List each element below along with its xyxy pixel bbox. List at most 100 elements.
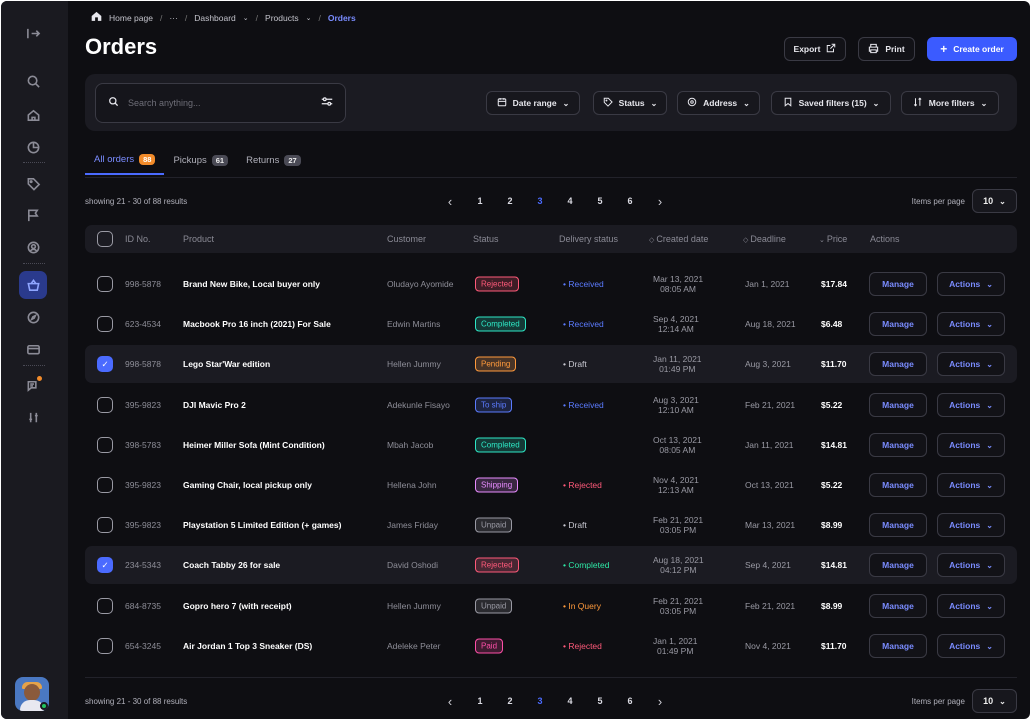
filter-adjust-icon[interactable] — [321, 96, 333, 110]
column-header-customer[interactable]: Customer — [387, 234, 426, 244]
breadcrumb-products[interactable]: Products — [265, 13, 299, 23]
filter-more-filters[interactable]: More filters ⌄ — [901, 91, 999, 115]
column-header-id[interactable]: ID No. — [125, 234, 151, 244]
page-button[interactable]: 4 — [555, 196, 585, 206]
page-button[interactable]: 2 — [495, 696, 525, 706]
page-button[interactable]: 5 — [585, 196, 615, 206]
search-icon[interactable] — [21, 69, 45, 93]
avatar[interactable] — [15, 677, 49, 711]
row-checkbox[interactable] — [97, 437, 113, 453]
column-header-product[interactable]: Product — [183, 234, 214, 244]
table-row[interactable]: 395-9823 Gaming Chair, local pickup only H… — [85, 466, 1017, 504]
row-checkbox[interactable] — [97, 397, 113, 413]
column-header-status[interactable]: Status — [473, 234, 499, 244]
prev-page-icon[interactable]: ‹ — [435, 194, 465, 209]
manage-button[interactable]: Manage — [869, 312, 927, 336]
export-button[interactable]: Export — [784, 37, 846, 61]
manage-button[interactable]: Manage — [869, 393, 927, 417]
actions-dropdown-button[interactable]: Actions ⌄ — [937, 433, 1005, 457]
page-button-current[interactable]: 3 — [525, 196, 555, 206]
table-row[interactable]: 654-3245 Air Jordan 1 Top 3 Sneaker (DS) A… — [85, 627, 1017, 665]
product-name[interactable]: DJI Mavic Pro 2 — [183, 400, 246, 410]
manage-button[interactable]: Manage — [869, 553, 927, 577]
product-name[interactable]: Gaming Chair, local pickup only — [183, 480, 312, 490]
row-checkbox[interactable] — [97, 517, 113, 533]
table-row[interactable]: 395-9823 Playstation 5 Limited Edition (+… — [85, 506, 1017, 544]
tab-returns[interactable]: Returns 27 — [237, 151, 310, 175]
table-row[interactable]: 684-8735 Gopro hero 7 (with receipt) Helle… — [85, 587, 1017, 625]
table-row[interactable]: 623-4534 Macbook Pro 16 inch (2021) For S… — [85, 305, 1017, 343]
chevron-down-icon[interactable]: ⌄ — [243, 14, 249, 22]
compass-icon[interactable] — [21, 305, 45, 329]
breadcrumb-ellipsis[interactable]: ··· — [169, 13, 178, 23]
manage-button[interactable]: Manage — [869, 352, 927, 376]
settings-sliders-icon[interactable] — [21, 405, 45, 429]
create-order-button[interactable]: + Create order — [927, 37, 1017, 61]
manage-button[interactable]: Manage — [869, 634, 927, 658]
row-checkbox[interactable] — [97, 477, 113, 493]
select-all-checkbox[interactable] — [97, 231, 113, 247]
actions-dropdown-button[interactable]: Actions ⌄ — [937, 594, 1005, 618]
home-icon[interactable] — [91, 11, 102, 24]
manage-button[interactable]: Manage — [869, 272, 927, 296]
product-name[interactable]: Playstation 5 Limited Edition (+ games) — [183, 520, 341, 530]
tag-icon[interactable] — [21, 171, 45, 195]
filter-status[interactable]: Status ⌄ — [593, 91, 667, 115]
actions-dropdown-button[interactable]: Actions ⌄ — [937, 513, 1005, 537]
actions-dropdown-button[interactable]: Actions ⌄ — [937, 393, 1005, 417]
row-checkbox[interactable] — [97, 276, 113, 292]
manage-button[interactable]: Manage — [869, 513, 927, 537]
next-page-icon[interactable]: › — [645, 694, 675, 709]
product-name[interactable]: Coach Tabby 26 for sale — [183, 560, 280, 570]
column-header-price[interactable]: ⌄ Price — [819, 234, 847, 244]
manage-button[interactable]: Manage — [869, 433, 927, 457]
user-circle-icon[interactable] — [21, 235, 45, 259]
prev-page-icon[interactable]: ‹ — [435, 694, 465, 709]
column-header-created-date[interactable]: ◇ Created date — [649, 234, 708, 244]
product-name[interactable]: Macbook Pro 16 inch (2021) For Sale — [183, 319, 331, 329]
actions-dropdown-button[interactable]: Actions ⌄ — [937, 272, 1005, 296]
manage-button[interactable]: Manage — [869, 594, 927, 618]
column-header-delivery-status[interactable]: Delivery status — [559, 234, 618, 244]
row-checkbox[interactable] — [97, 598, 113, 614]
table-row[interactable]: 998-5878 Brand New Bike, Local buyer only… — [85, 265, 1017, 303]
actions-dropdown-button[interactable]: Actions ⌄ — [937, 473, 1005, 497]
row-checkbox[interactable]: ✓ — [97, 557, 113, 573]
tab-all-orders[interactable]: All orders 88 — [85, 151, 165, 175]
product-name[interactable]: Heimer Miller Sofa (Mint Condition) — [183, 440, 325, 450]
search-input[interactable] — [128, 98, 312, 108]
row-checkbox[interactable] — [97, 638, 113, 654]
analytics-icon[interactable] — [21, 135, 45, 159]
expand-sidebar-icon[interactable] — [21, 21, 45, 45]
orders-basket-icon[interactable] — [19, 271, 47, 299]
page-button[interactable]: 6 — [615, 696, 645, 706]
breadcrumb-dashboard[interactable]: Dashboard — [194, 13, 236, 23]
items-per-page-select[interactable]: 10 ⌄ — [972, 189, 1017, 213]
actions-dropdown-button[interactable]: Actions ⌄ — [937, 553, 1005, 577]
row-checkbox[interactable] — [97, 316, 113, 332]
column-header-deadline[interactable]: ◇ Deadline — [743, 234, 786, 244]
filter-date-range[interactable]: Date range ⌄ — [486, 91, 580, 115]
table-row[interactable]: ✓ 998-5878 Lego Star'War edition Hellen Jum… — [85, 345, 1017, 383]
next-page-icon[interactable]: › — [645, 194, 675, 209]
actions-dropdown-button[interactable]: Actions ⌄ — [937, 312, 1005, 336]
product-name[interactable]: Lego Star'War edition — [183, 359, 270, 369]
actions-dropdown-button[interactable]: Actions ⌄ — [937, 352, 1005, 376]
page-button-current[interactable]: 3 — [525, 696, 555, 706]
product-name[interactable]: Gopro hero 7 (with receipt) — [183, 601, 292, 611]
product-name[interactable]: Brand New Bike, Local buyer only — [183, 279, 320, 289]
tab-pickups[interactable]: Pickups 61 — [164, 151, 237, 175]
product-name[interactable]: Air Jordan 1 Top 3 Sneaker (DS) — [183, 641, 312, 651]
search-box[interactable] — [95, 83, 346, 123]
chevron-down-icon[interactable]: ⌄ — [306, 14, 312, 22]
table-row[interactable]: 398-5783 Heimer Miller Sofa (Mint Conditi… — [85, 426, 1017, 464]
table-row[interactable]: ✓ 234-5343 Coach Tabby 26 for sale David Os… — [85, 546, 1017, 584]
manage-button[interactable]: Manage — [869, 473, 927, 497]
table-row[interactable]: 395-9823 DJI Mavic Pro 2 Adekunle Fisayo To… — [85, 386, 1017, 424]
page-button[interactable]: 1 — [465, 196, 495, 206]
filter-saved-filters[interactable]: Saved filters (15) ⌄ — [771, 91, 891, 115]
actions-dropdown-button[interactable]: Actions ⌄ — [937, 634, 1005, 658]
row-checkbox[interactable]: ✓ — [97, 356, 113, 372]
page-button[interactable]: 4 — [555, 696, 585, 706]
page-button[interactable]: 6 — [615, 196, 645, 206]
